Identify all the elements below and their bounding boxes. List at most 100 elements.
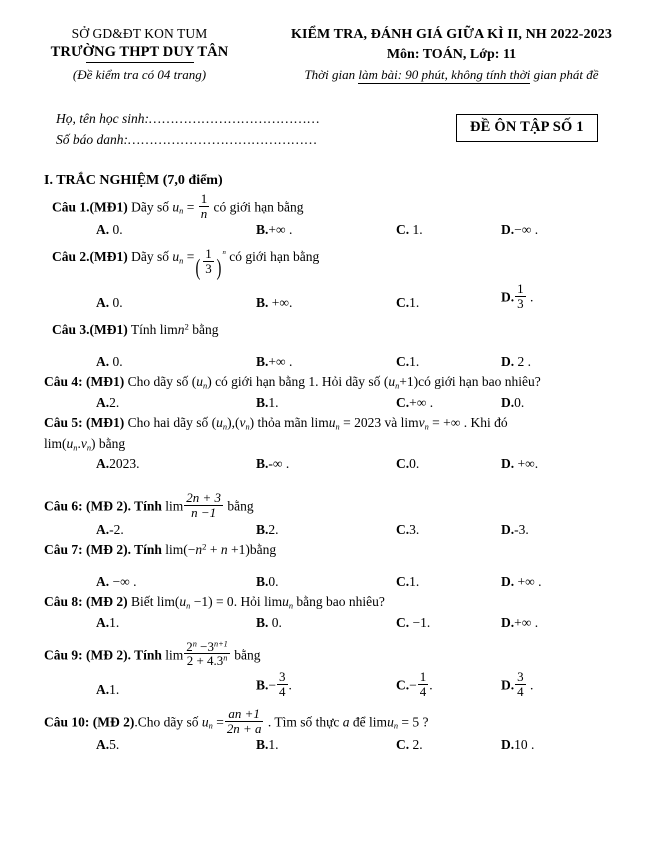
q10-option-d-letter: D. [501, 737, 515, 753]
q2-option-b-letter: B. [256, 294, 269, 310]
q1-option-c[interactable]: C. 1. [396, 222, 501, 238]
q1-option-a[interactable]: A. 0. [52, 222, 256, 238]
q5-group-u: (un) [211, 414, 232, 431]
q3-option-c[interactable]: C.1. [396, 354, 501, 370]
q10-option-c[interactable]: C. 2. [396, 737, 501, 753]
q10-lim-u-sub: n [393, 721, 398, 731]
question-5-number: Câu 5: (MĐ1) [44, 414, 125, 430]
q7-option-c[interactable]: C.1. [396, 574, 501, 590]
q1-equals: = [186, 199, 195, 215]
q3-option-b[interactable]: B.+∞ . [256, 354, 396, 370]
q6-option-a[interactable]: A.-2. [52, 522, 256, 538]
q5-option-b-letter: B. [256, 456, 269, 472]
q6-option-c[interactable]: C.3. [396, 522, 501, 538]
question-9: Câu 9: (MĐ 2). Tính lim 2n −3n+1 2 + 4.3n … [44, 639, 636, 698]
q8-u-2-sub: n [288, 601, 294, 611]
q1-frac-den: n [200, 205, 208, 221]
q2-option-d[interactable]: D. 1 3 . [501, 282, 621, 310]
q4-option-d[interactable]: D.0. [501, 395, 621, 411]
q10-frac-den: 2n + a [226, 720, 262, 736]
q6-option-b-letter: B. [256, 521, 269, 537]
question-6-stem: Câu 6: (MĐ 2). Tính lim 2n + 3n −1 bằng [44, 491, 636, 519]
question-5-options: A.2023. B.-∞ . C.0. D. +∞. [44, 456, 636, 472]
question-8: Câu 8: (MĐ 2) Biết lim(un −1) = 0. Hỏi l… [44, 592, 636, 631]
q9-option-c[interactable]: C.− 1 4. [396, 670, 501, 698]
q8-option-d[interactable]: D.+∞ . [501, 615, 621, 631]
q4-option-b[interactable]: B.1. [256, 395, 396, 411]
q1-option-d[interactable]: D.−∞ . [501, 222, 621, 238]
q7-option-a[interactable]: A. −∞ . [52, 574, 256, 590]
question-2-stem: Câu 2.(MĐ1) Dãy số un =(1 3)n có giới hạn… [44, 247, 636, 280]
q5-option-c[interactable]: C.0. [396, 456, 501, 472]
q9-option-b[interactable]: B.− 3 4. [256, 670, 396, 698]
q9-option-a[interactable]: A.1. [52, 682, 256, 698]
exam-code-badge: ĐỀ ÔN TẬP SỐ 1 [456, 114, 598, 143]
q6-option-b[interactable]: B.2. [256, 522, 396, 538]
q10-option-a-letter: A. [96, 737, 110, 753]
question-9-stem: Câu 9: (MĐ 2). Tính lim 2n −3n+1 2 + 4.3n … [44, 639, 636, 668]
q4-option-a[interactable]: A.2. [52, 395, 256, 411]
q3-option-a[interactable]: A. 0. [52, 354, 256, 370]
q8-option-a[interactable]: A.1. [52, 615, 256, 631]
q5-value-1: = 2023 [343, 414, 382, 430]
q5-option-a[interactable]: A.2023. [52, 456, 256, 472]
q2-frac-num: 1 [203, 246, 214, 263]
q10-option-b-letter: B. [256, 737, 269, 753]
q6-option-c-letter: C. [396, 521, 410, 537]
exam-page: SỞ GD&ĐT KON TUM TRƯỜNG THPT DUY TÂN (Đề… [0, 0, 648, 846]
q2-var-sub: n [179, 256, 184, 266]
q6-option-d[interactable]: D.-3. [501, 522, 621, 538]
q5-and: và [381, 414, 401, 430]
q5-option-b[interactable]: B.-∞ . [256, 456, 396, 472]
q5-prod-u-sub: n [73, 442, 78, 452]
q5-option-b-value: -∞ . [268, 456, 290, 472]
header-left-block: SỞ GD&ĐT KON TUM TRƯỜNG THPT DUY TÂN (Đề… [12, 26, 267, 83]
question-5-stem: Câu 5: (MĐ1) Cho hai dãy số (un),(vn) th… [44, 414, 508, 431]
question-7-stem: Câu 7: (MĐ 2). Tính lim(−n2 + n +1)bằng [44, 540, 636, 560]
q10-option-b[interactable]: B.1. [256, 737, 396, 753]
student-id-label: Số báo danh: [56, 132, 128, 148]
question-2-options: A. 0. B. +∞. C.1. D. 1 3 . [44, 282, 636, 310]
q6-frac-den: n −1 [191, 505, 217, 521]
q3-option-d[interactable]: D. 2 . [501, 354, 621, 370]
q9-option-c-period: . [429, 677, 433, 693]
exam-content: I. TRẮC NGHIỆM (7,0 điểm) Câu 1.(MĐ1) Dã… [0, 173, 648, 753]
q3-option-c-value: 1. [409, 353, 420, 369]
question-7-number: Câu 7: (MĐ 2) [44, 541, 128, 557]
q2-option-b[interactable]: B. +∞. [256, 295, 396, 311]
q8-option-c[interactable]: C. −1. [396, 615, 501, 631]
q10-option-a[interactable]: A.5. [52, 737, 256, 753]
q10-option-d-value: 10 . [514, 737, 535, 753]
q3-option-b-value: +∞ . [268, 353, 293, 369]
q7-option-c-value: 1. [409, 573, 420, 589]
q4-option-c-value: +∞ . [409, 394, 434, 410]
q5-option-d[interactable]: D. +∞. [501, 456, 621, 472]
student-id-field[interactable]: Số báo danh:……………....…………………… [56, 130, 406, 151]
question-10-options: A.5. B.1. C. 2. D.10 . [44, 737, 636, 753]
q1-option-b[interactable]: B.+∞ . [256, 222, 396, 238]
q2-option-c[interactable]: C.1. [396, 295, 501, 311]
q2-option-a[interactable]: A. 0. [52, 295, 256, 311]
q8-group: (un −1) [174, 593, 213, 611]
q9-option-b-den: 4 [279, 683, 286, 699]
q7-expression: lim(−n2 + n +1) [165, 540, 250, 557]
q7-option-d[interactable]: D. +∞ . [501, 574, 621, 590]
question-6-text-before: . Tính [127, 498, 162, 514]
q9-option-b-fraction: 34 [277, 670, 288, 699]
q1-fraction: 1n [198, 192, 210, 221]
q9-option-d-num: 3 [515, 668, 526, 685]
q7-option-b[interactable]: B.0. [256, 574, 396, 590]
question-4-stem: Câu 4: (MĐ1) Cho dãy số (un) có giới hạn… [44, 372, 636, 393]
q9-option-c-minus: − [409, 677, 417, 693]
q1-option-a-value: 0. [109, 222, 123, 238]
q3-option-a-value: 0. [109, 353, 123, 369]
q10-option-d[interactable]: D.10 . [501, 737, 621, 753]
section-title: I. TRẮC NGHIỆM (7,0 điểm) [44, 173, 223, 189]
q3-option-d-letter: D. [501, 353, 515, 369]
student-name-field[interactable]: Họ, tên học sinh:………………………………… [56, 109, 406, 130]
q5-option-a-letter: A. [96, 456, 110, 472]
q4-option-c[interactable]: C.+∞ . [396, 395, 501, 411]
q9-option-d[interactable]: D. 3 4 . [501, 670, 621, 698]
q8-option-b[interactable]: B. 0. [256, 615, 396, 631]
q4-option-b-value: 1. [268, 394, 279, 410]
